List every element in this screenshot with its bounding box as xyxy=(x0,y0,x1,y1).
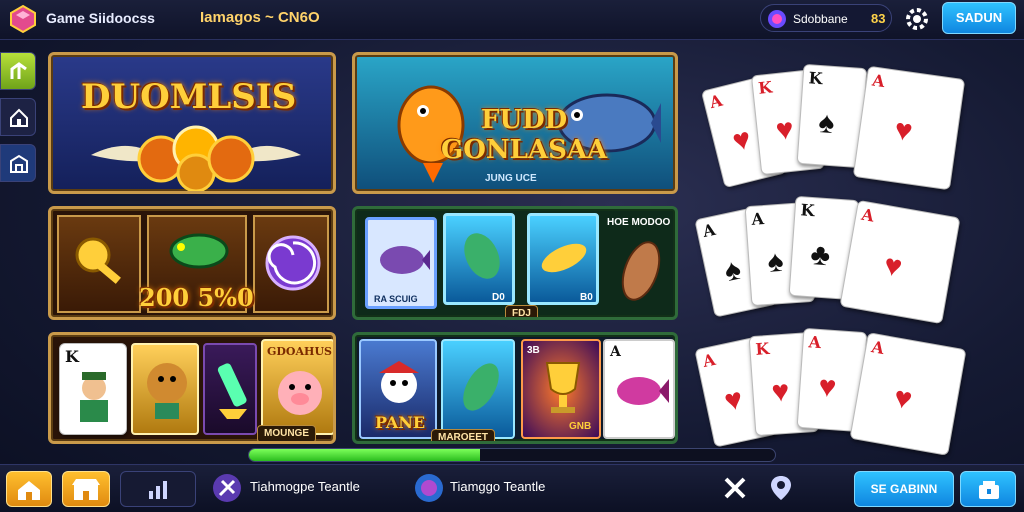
fish-card-3-label: B0 xyxy=(580,292,593,303)
card-rank: A xyxy=(610,344,621,360)
card-row-title: GDOAHUS xyxy=(267,345,332,358)
header-tag: Iamagos ~ CN6O xyxy=(200,9,320,26)
loading-progress-bar xyxy=(248,448,776,462)
card: A ♥ xyxy=(852,65,966,191)
card-rank: K xyxy=(65,347,79,366)
tile-character-label: PANE xyxy=(375,413,426,432)
card-king-spades: K xyxy=(59,343,127,435)
cross-tools-icon[interactable] xyxy=(720,473,750,503)
hero-face-icon xyxy=(379,361,419,403)
fish-game-title-2: GONLASAA xyxy=(441,135,608,165)
slot-reel-3 xyxy=(253,215,329,313)
green-fish-icon xyxy=(464,233,500,279)
fish-card-3[interactable]: B0 xyxy=(527,213,599,305)
currency-label: Sdobbane xyxy=(793,12,848,26)
fish-card-1[interactable]: RA SCUIG xyxy=(365,217,437,309)
card-games-tile[interactable]: K GDOAHUS MOUNGE xyxy=(48,332,336,444)
fish-game-subtitle: JUNG UCE xyxy=(485,173,537,184)
top-action-button[interactable]: SADUN xyxy=(942,2,1016,34)
slots-tile[interactable]: 200 5%0 xyxy=(48,206,336,320)
fish-card-1-label: RA SCUIG xyxy=(374,294,418,304)
fish-game-title-1: FUDD xyxy=(481,105,568,135)
fish-game-tile[interactable]: FUDD GONLASAA JUNG UCE xyxy=(352,52,678,194)
currency-count: 83 xyxy=(871,11,886,26)
pink-fish-icon xyxy=(617,377,669,405)
featured-game-tile[interactable]: DUOMLSIS xyxy=(48,52,336,194)
footer-item-2[interactable]: Tiamggo Teantle xyxy=(450,479,545,494)
card-row-badge: MOUNGE xyxy=(257,425,316,441)
shop-icon xyxy=(10,154,28,173)
purple-swirl-icon xyxy=(265,235,321,291)
tile-card-ace[interactable]: A xyxy=(603,339,675,439)
yellow-fish-icon xyxy=(541,243,587,273)
goldfish-icon xyxy=(397,85,465,183)
lion-icon xyxy=(147,363,187,419)
sidebar-button-home[interactable] xyxy=(0,52,36,90)
footer-action-label: SE GABINN xyxy=(870,482,938,496)
home-button[interactable] xyxy=(6,471,52,507)
chest-button[interactable] xyxy=(960,471,1016,507)
location-pin-icon[interactable] xyxy=(766,473,796,503)
mixed-tile-badge: MAROEET xyxy=(431,429,495,441)
gold-key-icon xyxy=(75,237,121,284)
green-dragon-icon xyxy=(169,233,229,269)
chest-icon xyxy=(979,481,999,499)
arrow-icon xyxy=(10,62,27,79)
tile-trophy[interactable]: 3B GNB xyxy=(521,339,601,439)
store-icon xyxy=(72,479,100,500)
jumping-fish-icon xyxy=(463,363,499,411)
fish-tile-badge: FDJ xyxy=(505,305,538,317)
gem-logo-icon[interactable] xyxy=(8,4,38,34)
slot-reel-1 xyxy=(57,215,141,313)
footer-item-1[interactable]: Tiahmogpe Teantle xyxy=(250,479,360,494)
card: A ♥ xyxy=(849,332,967,456)
gem-icon xyxy=(768,10,786,28)
sidebar-button-house[interactable] xyxy=(0,98,36,136)
trophy-tile-corner: 3B xyxy=(527,345,540,356)
trophy-tile-text: GNB xyxy=(569,421,592,432)
fish-card-2[interactable]: D0 xyxy=(443,213,515,305)
purple-fish-icon xyxy=(380,246,430,274)
gear-icon[interactable] xyxy=(904,6,930,32)
mixed-games-tile[interactable]: PANE 3B GNB A MAROEET xyxy=(352,332,678,444)
slots-amount: 200 5%0 xyxy=(139,283,254,312)
pig-icon xyxy=(278,371,322,415)
bottom-bar: Tiahmogpe Teantle Tiamggo Teantle SE GAB… xyxy=(0,464,1024,512)
orb-icon[interactable] xyxy=(414,473,444,503)
shop-button[interactable] xyxy=(62,471,110,507)
coins-with-wings-icon xyxy=(91,125,301,191)
top-bar: Game Siidoocss Iamagos ~ CN6O Sdobbane 8… xyxy=(0,0,1024,40)
app-title: Game Siidoocss xyxy=(46,10,155,26)
king-portrait-icon xyxy=(80,372,108,422)
card-potion xyxy=(203,343,257,435)
sword-emblem-icon[interactable] xyxy=(212,473,242,503)
home-icon xyxy=(18,481,40,500)
featured-game-title: DUOMLSIS xyxy=(81,77,297,117)
card-lion xyxy=(131,343,199,435)
signal-bars-icon xyxy=(149,481,167,499)
tile-character[interactable]: PANE xyxy=(359,339,437,439)
card-pig: GDOAHUS xyxy=(261,339,333,435)
fish-card-2-label: D0 xyxy=(492,292,505,303)
trophy-icon xyxy=(545,362,581,413)
progress-fill xyxy=(249,449,481,461)
signal-button[interactable] xyxy=(120,471,196,507)
sidebar-button-shop[interactable] xyxy=(0,144,36,182)
potion-icon xyxy=(217,363,247,419)
brown-fish-icon xyxy=(621,241,661,301)
footer-action-button[interactable]: SE GABINN xyxy=(854,471,954,507)
tile-fish[interactable] xyxy=(441,339,515,439)
card: A ♥ xyxy=(839,199,961,325)
currency-pill[interactable]: Sdobbane 83 xyxy=(760,4,892,32)
house-icon xyxy=(10,108,28,127)
fish-cards-tile[interactable]: RA SCUIG D0 B0 HOE MODOO FDJ xyxy=(352,206,678,320)
fish-grid-caption: HOE MODOO xyxy=(607,217,671,228)
